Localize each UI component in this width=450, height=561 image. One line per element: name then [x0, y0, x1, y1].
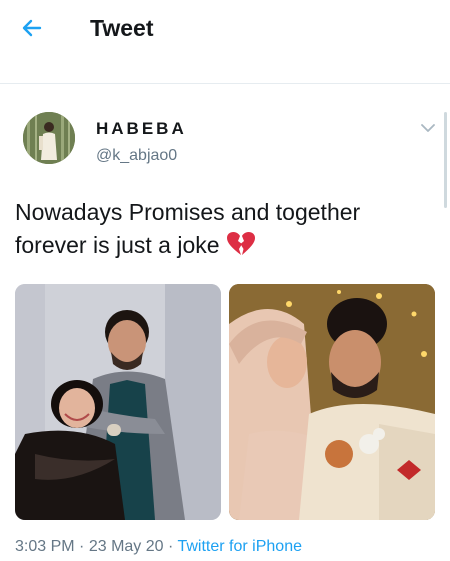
avatar[interactable]	[23, 112, 75, 164]
scrollbar[interactable]	[444, 112, 447, 208]
photo-couple-hug	[15, 284, 221, 520]
tweet-time: 3:03 PM	[15, 538, 75, 555]
broken-heart-icon	[226, 232, 255, 255]
tweet-meta: 3:03 PM · 23 May 20 · Twitter for iPhone	[15, 538, 302, 556]
tweet-source-link[interactable]: Twitter for iPhone	[177, 538, 302, 555]
tweet-text: Nowadays Promises and together forever i…	[15, 196, 435, 262]
photo-couple-wedding	[229, 284, 435, 520]
tweet-text-body: Nowadays Promises and together forever i…	[15, 199, 361, 258]
author-handle[interactable]: @k_abjao0	[96, 147, 177, 165]
arrow-left-icon	[22, 19, 42, 37]
back-button[interactable]	[16, 12, 48, 44]
tweet-photo-1[interactable]	[15, 284, 221, 520]
tweet-date: 23 May 20	[88, 538, 164, 555]
tweet-photo-2[interactable]	[229, 284, 435, 520]
chevron-down-icon[interactable]	[418, 118, 438, 138]
meta-separator: ·	[168, 538, 174, 555]
avatar-image	[23, 112, 75, 164]
meta-separator: ·	[79, 538, 85, 555]
header-divider	[0, 83, 450, 84]
page-title: Tweet	[90, 15, 154, 41]
author-display-name[interactable]: HABEBA	[96, 119, 187, 139]
top-bar: Tweet	[0, 0, 450, 56]
